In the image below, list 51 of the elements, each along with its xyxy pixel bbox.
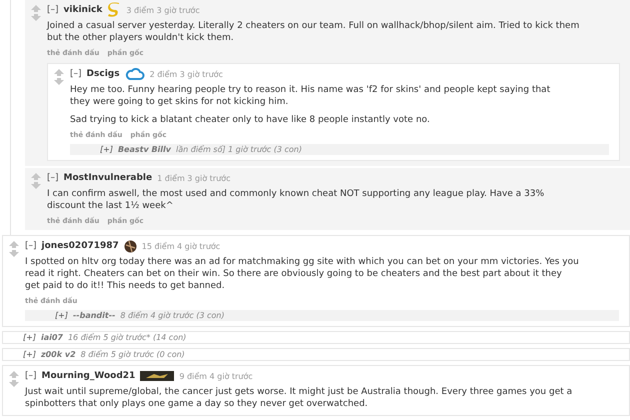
- collapse-toggle[interactable]: [–]: [47, 5, 59, 15]
- downvote-arrow-icon[interactable]: [54, 78, 64, 85]
- comment-text: Joined a casual server yesterday. Literally 2 cheaters on our team. Full on wallhack/bhop/silent aim. Tried to kick them but the other players wouldn't kick them.: [47, 20, 580, 44]
- comment-author[interactable]: --bandit--: [72, 311, 116, 320]
- upvote-arrow-icon[interactable]: [9, 371, 19, 378]
- comment-author[interactable]: Beastv Billv: [118, 145, 171, 154]
- rank-badge-icon: [140, 371, 174, 381]
- comment-author[interactable]: vikinick: [64, 5, 102, 15]
- downvote-arrow-icon[interactable]: [31, 14, 41, 21]
- upvote-arrow-icon[interactable]: [31, 173, 41, 180]
- collapsed-comment-row[interactable]: [+] iai07 16 điểm 5 giờ trước* (14 con): [2, 331, 630, 344]
- expand-toggle[interactable]: [+]: [23, 350, 36, 359]
- comment-text: I spotted on hltv org today there was an ad for matchmaking gg site with which you can bet on your mm victories. Yes you read it right. Cheaters can bet on their win. So there are obviously going to be cheaters and the best part about it they get paid to do it!! This needs to get banned.: [25, 256, 579, 292]
- comment-meta: 8 điểm 4 giờ trước (3 con): [120, 311, 224, 320]
- downvote-arrow-icon[interactable]: [9, 380, 19, 387]
- comment-author[interactable]: Mourning_Wood21: [42, 371, 136, 381]
- comment-author[interactable]: iai07: [40, 333, 63, 342]
- comment-author[interactable]: MostInvulnerable: [64, 173, 152, 183]
- comment-meta: 16 điểm 5 giờ trước* (14 con): [68, 333, 186, 342]
- upvote-arrow-icon[interactable]: [54, 69, 64, 76]
- upvote-arrow-icon[interactable]: [9, 241, 19, 248]
- comment-text: Sad trying to kick a blatant cheater only to have like 8 people instantly vote no.: [70, 114, 431, 126]
- s-mark-icon: [107, 2, 122, 18]
- collapse-toggle[interactable]: [–]: [25, 241, 37, 251]
- downvote-arrow-icon[interactable]: [31, 182, 41, 189]
- collapse-toggle[interactable]: [–]: [25, 371, 37, 381]
- comment-text: Just wait until supreme/global, the cancer just gets worse. It might just be Australia though. Every three games you get a spinbotters that only plays one game a day so they never get overwatched.: [25, 386, 574, 410]
- expand-toggle[interactable]: [+]: [23, 333, 36, 342]
- comment-meta: 1 điểm 3 giờ trước: [157, 174, 230, 182]
- comment-meta: 2 điểm 3 giờ trước: [150, 70, 223, 78]
- comment-text: Hey me too. Funny hearing people try to reason it. His name was 'f2 for skins' and people kept saying that they were going to get skins for not kicking him.: [70, 84, 552, 108]
- ball-icon: [124, 240, 137, 252]
- downvote-arrow-icon[interactable]: [9, 250, 19, 257]
- expand-toggle[interactable]: [+]: [55, 311, 68, 320]
- comment-author[interactable]: jones02071987: [42, 241, 119, 251]
- comment-author[interactable]: z00k v2: [40, 350, 76, 359]
- expand-toggle[interactable]: [+]: [100, 145, 113, 154]
- comment-author[interactable]: Dscigs: [86, 69, 120, 79]
- collapsed-comment-row[interactable]: [+] --bandit-- 8 điểm 4 giờ trước (3 con): [25, 310, 619, 321]
- comment-text: I can confirm aswell, the most used and commonly known cheat NOT supporting any league play. Have a 33% discount the last 1½ week^: [47, 188, 546, 212]
- collapse-toggle[interactable]: [–]: [70, 69, 82, 79]
- collapse-toggle[interactable]: [–]: [47, 173, 59, 183]
- collapsed-comment-row[interactable]: [+] Beastv Billv lần điểm số] 1 giờ trước (3 con): [70, 144, 609, 155]
- collapsed-comment-row[interactable]: [+] z00k v2 8 điểm 5 giờ trước (0 con): [2, 348, 630, 361]
- cloud-logo-icon: [124, 68, 145, 80]
- comment-meta: 9 điểm 4 giờ trước: [179, 372, 253, 380]
- comment-meta: 3 điểm 3 giờ trước: [126, 6, 200, 14]
- comment-meta: 15 điểm 4 giờ trước: [142, 242, 220, 250]
- comment-meta: 8 điểm 5 giờ trước (0 con): [80, 350, 185, 359]
- upvote-arrow-icon[interactable]: [31, 5, 41, 12]
- comment-meta: lần điểm số] 1 giờ trước (3 con): [176, 145, 302, 154]
